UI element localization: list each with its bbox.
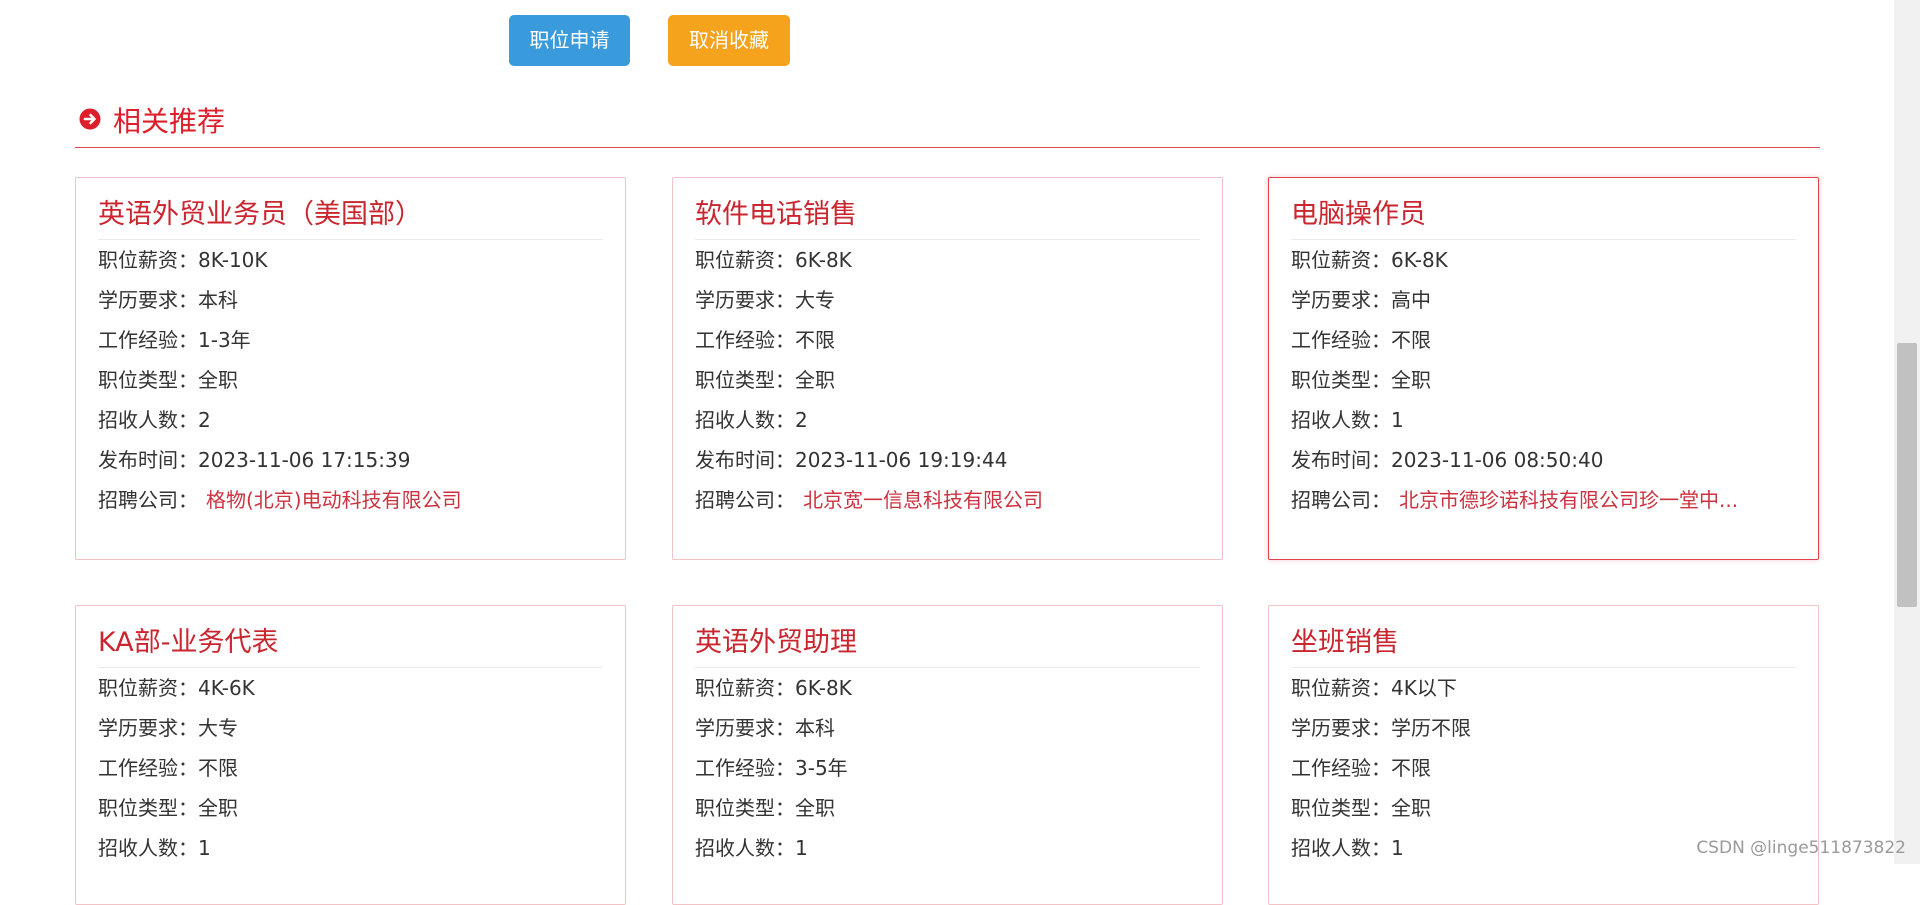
job-card[interactable]: 英语外贸业务员（美国部） 职位薪资：8K-10K 学历要求：本科 工作经验：1-…	[75, 177, 626, 560]
job-type: 职位类型：全职	[695, 796, 835, 820]
job-salary: 职位薪资：6K-8K	[695, 676, 852, 700]
job-type: 职位类型：全职	[695, 368, 835, 392]
job-company: 招聘公司： 北京市德珍诺科技有限公司珍一堂中...	[1291, 488, 1739, 512]
job-type: 职位类型：全职	[1291, 796, 1431, 820]
job-experience: 工作经验：不限	[1291, 328, 1431, 352]
job-experience: 工作经验：不限	[98, 756, 238, 780]
job-card[interactable]: 电脑操作员 职位薪资：6K-8K 学历要求：高中 工作经验：不限 职位类型：全职…	[1268, 177, 1819, 560]
cancel-favorite-button[interactable]: 取消收藏	[668, 15, 790, 66]
section-title: 相关推荐	[113, 105, 226, 138]
job-company: 招聘公司： 北京宽一信息科技有限公司	[695, 488, 1043, 512]
job-education: 学历要求：本科	[98, 288, 238, 312]
scrollbar-thumb[interactable]	[1897, 343, 1917, 607]
company-link[interactable]: 格物(北京)电动科技有限公司	[206, 488, 462, 512]
job-title-link[interactable]: 软件电话销售	[695, 178, 1200, 240]
job-salary: 职位薪资：6K-8K	[695, 248, 852, 272]
job-type: 职位类型：全职	[1291, 368, 1431, 392]
job-education: 学历要求：大专	[98, 716, 238, 740]
job-title-link[interactable]: 坐班销售	[1291, 606, 1796, 668]
job-salary: 职位薪资：8K-10K	[98, 248, 268, 272]
job-experience: 工作经验：不限	[695, 328, 835, 352]
job-card[interactable]: KA部-业务代表 职位薪资：4K-6K 学历要求：大专 工作经验：不限 职位类型…	[75, 605, 626, 905]
job-headcount: 招收人数：2	[98, 408, 211, 432]
job-salary: 职位薪资：4K-6K	[98, 676, 255, 700]
job-published: 发布时间：2023-11-06 19:19:44	[695, 448, 1008, 472]
job-title-link[interactable]: KA部-业务代表	[98, 606, 603, 668]
circle-arrow-right-icon	[79, 108, 101, 130]
job-headcount: 招收人数：1	[1291, 408, 1404, 432]
job-company: 招聘公司： 格物(北京)电动科技有限公司	[98, 488, 462, 512]
job-salary: 职位薪资：4K以下	[1291, 676, 1457, 700]
company-link[interactable]: 北京宽一信息科技有限公司	[803, 488, 1043, 512]
job-card[interactable]: 软件电话销售 职位薪资：6K-8K 学历要求：大专 工作经验：不限 职位类型：全…	[672, 177, 1223, 560]
job-card[interactable]: 英语外贸助理 职位薪资：6K-8K 学历要求：本科 工作经验：3-5年 职位类型…	[672, 605, 1223, 905]
job-type: 职位类型：全职	[98, 796, 238, 820]
job-experience: 工作经验：不限	[1291, 756, 1431, 780]
job-salary: 职位薪资：6K-8K	[1291, 248, 1448, 272]
job-title-link[interactable]: 英语外贸业务员（美国部）	[98, 178, 603, 240]
related-recommendations-header: 相关推荐	[75, 98, 1820, 148]
job-headcount: 招收人数：1	[695, 836, 808, 860]
watermark: CSDN @linge511873822	[1696, 838, 1906, 858]
job-title-link[interactable]: 电脑操作员	[1291, 178, 1796, 240]
job-published: 发布时间：2023-11-06 17:15:39	[98, 448, 411, 472]
job-education: 学历要求：大专	[695, 288, 835, 312]
apply-job-button[interactable]: 职位申请	[509, 15, 630, 66]
job-education: 学历要求：本科	[695, 716, 835, 740]
job-headcount: 招收人数：1	[98, 836, 211, 860]
company-link[interactable]: 北京市德珍诺科技有限公司珍一堂中...	[1399, 488, 1738, 512]
job-education: 学历要求：学历不限	[1291, 716, 1471, 740]
job-headcount: 招收人数：2	[695, 408, 808, 432]
job-education: 学历要求：高中	[1291, 288, 1431, 312]
job-experience: 工作经验：3-5年	[695, 756, 848, 780]
job-card[interactable]: 坐班销售 职位薪资：4K以下 学历要求：学历不限 工作经验：不限 职位类型：全职…	[1268, 605, 1819, 905]
job-published: 发布时间：2023-11-06 08:50:40	[1291, 448, 1604, 472]
job-type: 职位类型：全职	[98, 368, 238, 392]
job-title-link[interactable]: 英语外贸助理	[695, 606, 1200, 668]
job-experience: 工作经验：1-3年	[98, 328, 251, 352]
